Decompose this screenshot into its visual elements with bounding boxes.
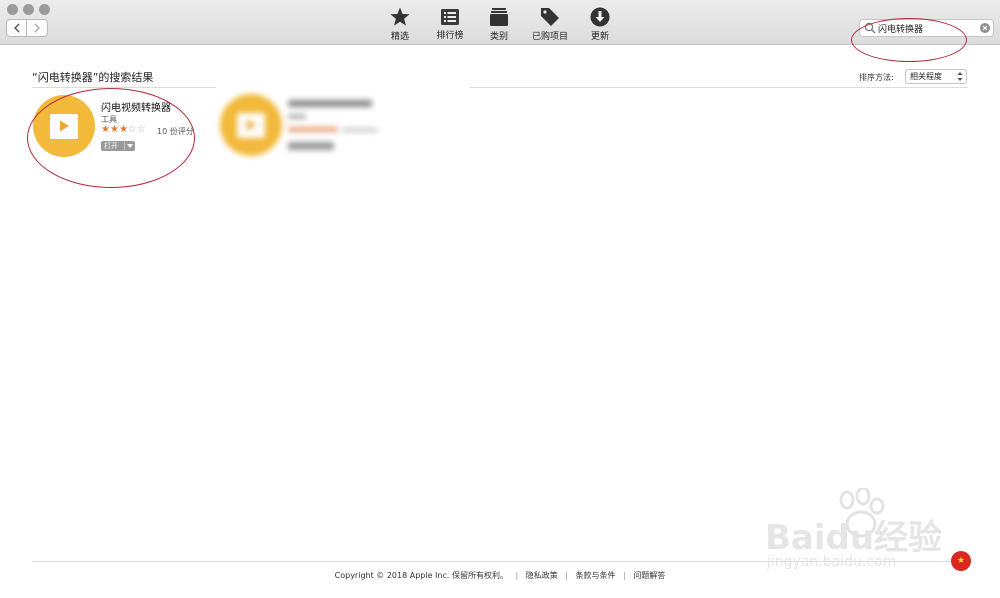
back-button[interactable]	[6, 19, 27, 37]
blurred-app-icon	[220, 94, 282, 156]
footer-divider	[32, 561, 968, 562]
blurred-result[interactable]	[218, 92, 478, 162]
app-icon[interactable]	[33, 95, 95, 157]
play-icon	[50, 113, 78, 139]
chevron-left-icon	[13, 23, 19, 33]
paw-icon	[839, 488, 885, 538]
chevron-down-icon[interactable]	[127, 144, 133, 148]
app-name[interactable]: 闪电视频转换器	[101, 99, 171, 114]
sort-label: 排序方法:	[859, 73, 894, 82]
watermark-logo: Baidu经验	[765, 518, 943, 558]
rating-count: 10 份评分	[157, 127, 194, 136]
clear-search-button[interactable]	[980, 23, 990, 33]
toolbar-updates-label: 更新	[590, 32, 609, 42]
toolbar-featured-label: 精选	[390, 32, 409, 42]
blurred-action-button	[288, 142, 334, 150]
open-button[interactable]: 打开	[101, 141, 135, 151]
search-field[interactable]	[859, 19, 994, 37]
faq-link[interactable]: 问题解答	[633, 571, 665, 580]
sort-select-value: 相关程度	[910, 72, 942, 81]
footer-separator: |	[565, 571, 568, 580]
star-filled-icon: ★	[118, 124, 128, 135]
stack-icon	[488, 7, 510, 27]
star-icon	[389, 7, 411, 27]
search-input[interactable]	[878, 20, 974, 36]
play-icon	[237, 112, 265, 138]
toolbar-categories-label: 类别	[489, 32, 508, 42]
footer: Copyright © 2018 Apple Inc. 保留所有权利。 | 隐私…	[0, 570, 1000, 581]
history-nav	[6, 19, 48, 37]
baidu-watermark: Baidu经验 jingyan.baidu.com	[765, 488, 955, 578]
privacy-policy-link[interactable]: 隐私政策	[526, 571, 558, 580]
tag-icon	[539, 7, 561, 27]
close-icon	[982, 25, 988, 31]
footer-separator: |	[515, 571, 519, 580]
toolbar-updates[interactable]: 更新	[570, 7, 630, 42]
sort-select[interactable]: 相关程度	[905, 69, 967, 84]
blurred-app-category	[288, 114, 306, 119]
minimize-window-button[interactable]	[23, 4, 34, 15]
up-down-arrows-icon	[957, 72, 963, 81]
download-icon	[589, 7, 611, 27]
toolbar-purchased-label: 已购项目	[531, 32, 568, 42]
flag-star-icon: ★	[956, 555, 966, 566]
chevron-right-icon	[34, 23, 40, 33]
copyright-text: Copyright © 2018 Apple Inc. 保留所有权利。	[334, 571, 508, 580]
list-icon	[439, 7, 461, 26]
open-button-divider	[124, 142, 125, 150]
blurred-rating-count	[342, 128, 378, 132]
footer-separator: |	[623, 571, 626, 580]
forward-button[interactable]	[27, 19, 48, 37]
blurred-rating	[288, 127, 338, 132]
terms-link[interactable]: 条款与条件	[576, 571, 616, 580]
results-title-divider	[32, 87, 216, 88]
open-button-label: 打开	[104, 142, 118, 150]
star-filled-icon: ★	[109, 124, 119, 135]
results-header-divider	[470, 87, 968, 88]
toolbar-top-charts-label: 排行榜	[436, 31, 464, 41]
search-icon	[864, 22, 876, 34]
star-filled-icon: ★	[101, 124, 110, 135]
star-empty-icon: ☆	[136, 124, 146, 135]
zoom-window-button[interactable]	[39, 4, 50, 15]
country-flag-button[interactable]: ★	[951, 551, 971, 571]
window-toolbar: 精选 排行榜 类别 已购项目 更新 闪电转换器	[0, 0, 1000, 45]
results-title: “闪电转换器”的搜索结果	[32, 71, 154, 84]
star-empty-icon: ☆	[127, 124, 137, 135]
blurred-app-name	[288, 100, 372, 107]
close-window-button[interactable]	[7, 4, 18, 15]
rating-stars: ★★★☆☆	[101, 124, 146, 135]
watermark-url: jingyan.baidu.com	[767, 554, 897, 570]
